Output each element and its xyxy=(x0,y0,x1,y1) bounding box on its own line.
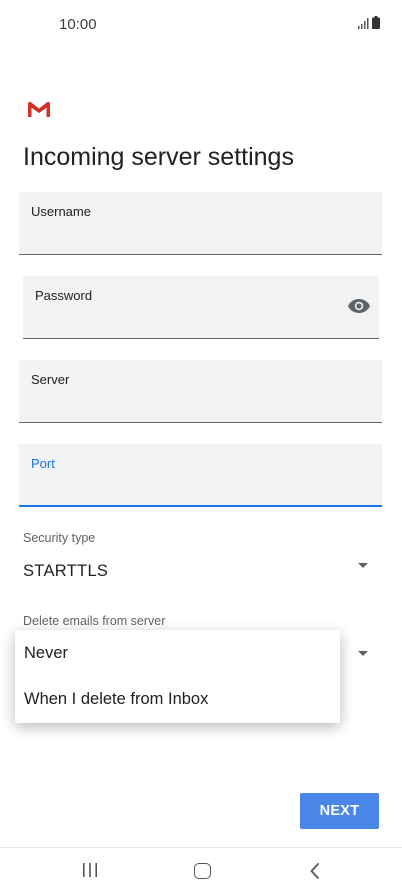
delete-emails-dropdown-arrow-icon[interactable] xyxy=(358,651,368,656)
gmail-logo-icon xyxy=(28,101,50,117)
delete-emails-dropdown-menu: Never When I delete from Inbox xyxy=(15,630,340,723)
battery-icon xyxy=(372,16,380,29)
menu-item-never[interactable]: Never xyxy=(24,644,68,663)
show-password-eye-icon[interactable] xyxy=(347,297,371,315)
menu-item-when-delete-from-inbox[interactable]: When I delete from Inbox xyxy=(24,690,208,709)
password-field[interactable]: Password xyxy=(23,276,379,339)
security-type-select[interactable]: STARTTLS xyxy=(23,562,108,581)
server-field[interactable]: Server xyxy=(19,360,382,423)
password-label: Password xyxy=(35,288,93,303)
status-icons xyxy=(358,16,380,29)
home-icon[interactable] xyxy=(194,863,211,879)
security-dropdown-arrow-icon[interactable] xyxy=(358,563,368,568)
server-label: Server xyxy=(31,372,70,387)
status-time: 10:00 xyxy=(59,16,97,33)
next-button[interactable]: NEXT xyxy=(300,793,379,829)
delete-emails-label: Delete emails from server xyxy=(23,614,166,628)
signal-icon xyxy=(358,18,369,29)
status-bar: 10:00 xyxy=(0,0,402,48)
navigation-bar xyxy=(0,847,402,893)
username-field[interactable]: Username xyxy=(19,192,382,255)
security-type-label: Security type xyxy=(23,531,96,545)
username-label: Username xyxy=(31,204,91,219)
back-icon[interactable] xyxy=(308,862,322,880)
port-field[interactable]: Port xyxy=(19,444,382,507)
recent-apps-icon[interactable] xyxy=(82,863,98,877)
page-title: Incoming server settings xyxy=(23,143,294,171)
port-label: Port xyxy=(31,456,55,471)
